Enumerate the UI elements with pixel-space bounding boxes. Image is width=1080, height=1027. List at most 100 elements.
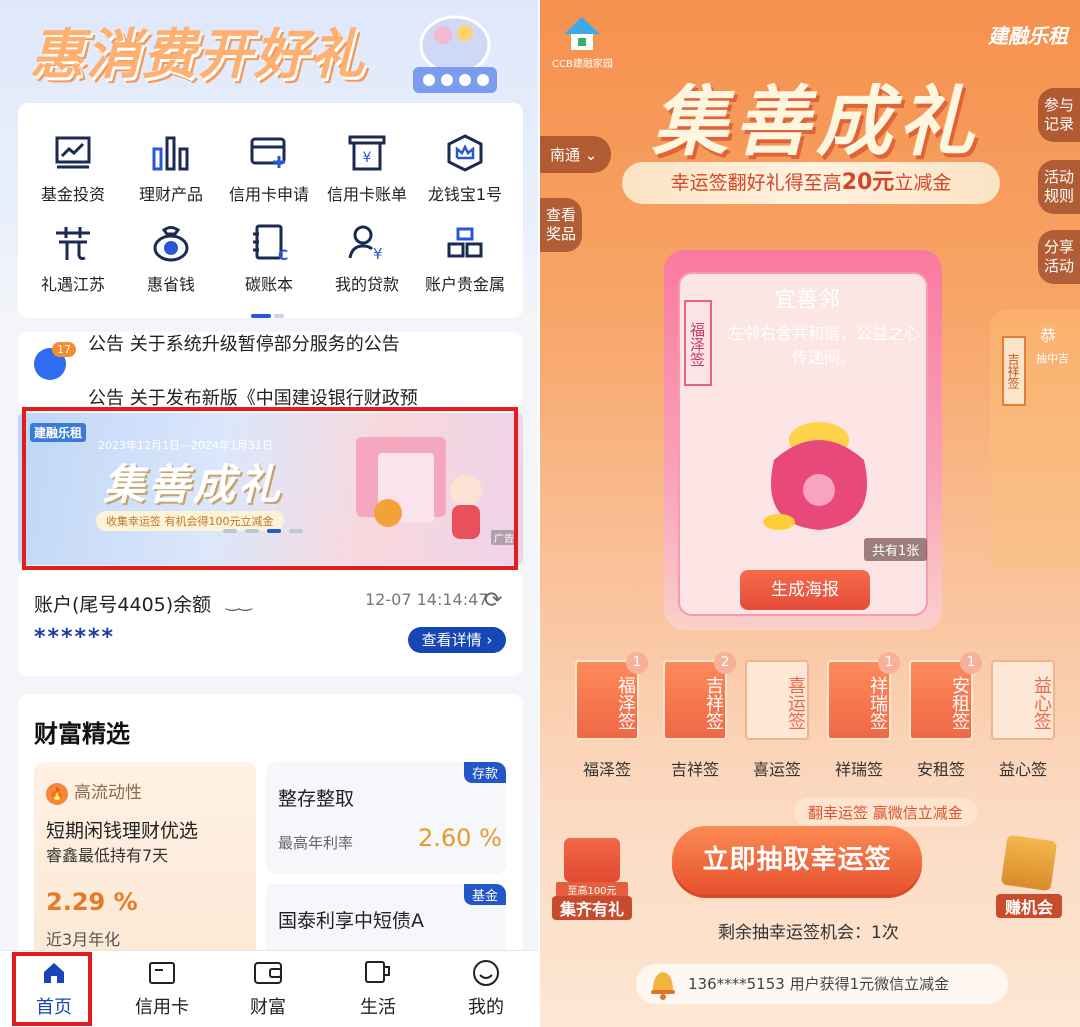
activity-rules-button[interactable]: 活动 规则 — [1037, 160, 1080, 214]
draw-lucky-sign-button[interactable]: 立即抽取幸运签 — [672, 826, 922, 894]
sign-count-badge: 1 — [960, 652, 982, 674]
sign-count-badge: 2 — [714, 652, 736, 674]
service-precious-metals[interactable]: 账户贵金属 — [415, 221, 515, 295]
service-card-apply[interactable]: 信用卡申请 — [219, 131, 319, 205]
service-label: 碳账本 — [244, 275, 293, 294]
winner-marquee: 136****5153 用户获得1元微信立减金 — [636, 964, 1008, 1004]
service-label: 信用卡账单 — [326, 185, 407, 204]
balance-timestamp: 12-07 14:14:47 — [365, 590, 489, 609]
city-selector[interactable]: 南通 ⌄ — [540, 136, 612, 173]
refresh-icon[interactable]: ⟳ — [484, 588, 502, 613]
service-card-bill[interactable]: ¥ 信用卡账单 — [317, 131, 417, 205]
quick-services-card: 基金投资 理财产品 信用卡申请 ¥ 信用卡账单 龙钱宝1号 礼遇江苏 惠省钱 C… — [18, 103, 523, 318]
view-details-button[interactable]: 查看详情 › — [408, 627, 506, 653]
service-jiangsu-gift[interactable]: 礼遇江苏 — [23, 221, 123, 295]
campaign-subtitle: 幸运签翻好礼得至高20元立减金 — [622, 162, 1000, 204]
view-prizes-button[interactable]: 查看 奖品 — [540, 198, 583, 252]
sign-tile: 益心签 — [991, 660, 1055, 740]
collect-all-top-label: 至高100元 — [556, 882, 628, 897]
service-wealth-products[interactable]: 理财产品 — [121, 131, 221, 205]
participation-record-button[interactable]: 参与 记录 — [1037, 88, 1080, 142]
product-rate-label: 近3月年化 — [46, 930, 121, 949]
card-text-partial: 抽中吉 — [1036, 352, 1069, 365]
sign-anzu[interactable]: 安租签 1 安租签 — [906, 652, 982, 780]
sign-tile: 祥瑞签 — [827, 660, 891, 740]
sign-fuze[interactable]: 福泽签 1 福泽签 — [572, 652, 648, 780]
tab-label: 信用卡 — [135, 997, 189, 1018]
wallet-icon — [228, 959, 308, 987]
service-fund-invest[interactable]: 基金投资 — [23, 131, 123, 205]
view-details-label: 查看详情 — [421, 631, 482, 649]
tab-label: 生活 — [360, 997, 396, 1018]
product-fixed-deposit[interactable]: 存款 整存整取 最高年利率 2.60 % — [266, 762, 506, 874]
sign-label: 祥瑞签 — [834, 760, 883, 779]
smiley-icon — [446, 959, 526, 987]
notice-card[interactable]: 17 公告 关于系统升级暂停部分服务的公告 公告 关于发布新版《中国建设银行财政… — [18, 332, 523, 408]
notice-line-1[interactable]: 公告 关于系统升级暂停部分服务的公告 — [88, 332, 400, 356]
service-save-money[interactable]: 惠省钱 — [121, 221, 221, 295]
share-activity-button[interactable]: 分享 活动 — [1037, 230, 1080, 284]
gift-icon — [51, 221, 95, 265]
tab-mine[interactable]: 我的 — [446, 959, 526, 1019]
sign-vertical-label: 福泽签 — [684, 300, 712, 386]
ccb-home-logo: CCB建融家园 — [552, 14, 613, 70]
tab-credit-card[interactable]: 信用卡 — [122, 959, 202, 1019]
promo-banner-title[interactable]: 惠消费开好礼 — [30, 10, 366, 89]
service-longqianbao[interactable]: 龙钱宝1号 — [415, 131, 515, 205]
sign-collection-row: 福泽签 1 福泽签 吉祥签 2 吉祥签 喜运签 喜运签 祥瑞签 1 祥瑞签 安租… — [572, 652, 1072, 780]
product-name: 国泰利享中短债A — [278, 910, 424, 932]
chevron-right-icon: › — [486, 631, 493, 649]
fund-chart-icon — [51, 131, 95, 175]
account-label: 账户(尾号4405)余额 — [34, 594, 212, 616]
lucky-sign-card[interactable]: 福泽签 宜善邻 左邻右舍共和谐，公益之心传递间。 共有1张 生成海报 — [664, 250, 942, 630]
sign-xiangrui[interactable]: 祥瑞签 1 祥瑞签 — [824, 652, 900, 780]
sign-jixiang[interactable]: 吉祥签 2 吉祥签 — [660, 652, 736, 780]
sign-yixin[interactable]: 益心签 益心签 — [988, 660, 1058, 780]
collect-all-label: 集齐有礼 — [552, 896, 632, 920]
house-icon — [564, 17, 601, 50]
card-count-badge: 共有1张 — [864, 538, 928, 561]
product-rate-label: 最高年利率 — [278, 834, 354, 852]
sign-xiyun[interactable]: 喜运签 喜运签 — [742, 660, 812, 780]
tab-life[interactable]: 生活 — [338, 959, 418, 1019]
svg-text:¥: ¥ — [363, 150, 372, 166]
service-carbon-book[interactable]: C 碳账本 — [219, 221, 319, 295]
campaign-page: CCB建融家园 建融乐租 集善成礼 幸运签翻好礼得至高20元立减金 南通 ⌄ 查… — [540, 0, 1080, 1027]
sign-tile: 吉祥签 — [663, 660, 727, 740]
lottery-machine-icon — [413, 15, 497, 93]
next-sign-card-preview[interactable]: 吉祥签 恭 抽中吉 — [990, 310, 1080, 570]
eye-hidden-icon[interactable]: ‿‿ — [226, 592, 252, 611]
bell-icon — [651, 972, 675, 1000]
generate-poster-button[interactable]: 生成海报 — [740, 570, 870, 610]
account-balance-card: 账户(尾号4405)余额 ‿‿ 12-07 14:14:47 ⟳ ****** … — [18, 570, 523, 676]
brand-name: 建融乐租 — [988, 24, 1068, 48]
crown-hexagon-icon — [443, 131, 487, 175]
product-name: 短期闲钱理财优选 — [46, 820, 199, 842]
highlight-box-home-tab — [12, 952, 92, 1026]
product-badge: 基金 — [463, 884, 506, 905]
sign-label: 安租签 — [916, 760, 965, 779]
earn-chances-button[interactable]: 赚机会 — [992, 834, 1066, 918]
collect-all-prize-button[interactable]: 至高100元 集齐有礼 — [550, 838, 634, 920]
notice-line-2[interactable]: 公告 关于发布新版《中国建设银行财政预 — [88, 384, 418, 408]
sign-count-badge: 1 — [626, 652, 648, 674]
tab-wealth[interactable]: 财富 — [228, 959, 308, 1019]
tab-label: 财富 — [250, 997, 286, 1018]
svg-text:C: C — [278, 248, 288, 262]
svg-text:¥: ¥ — [373, 245, 383, 262]
credit-card-add-icon — [247, 131, 291, 175]
carbon-book-icon: C — [247, 221, 291, 265]
section-title: 财富精选 — [34, 720, 130, 748]
sign-label: 喜运签 — [752, 760, 801, 779]
tab-label: 我的 — [468, 997, 504, 1018]
service-my-loans[interactable]: ¥ 我的贷款 — [317, 221, 417, 295]
bill-icon: ¥ — [345, 131, 389, 175]
sign-tile: 安租签 — [909, 660, 973, 740]
lucky-bag-icon — [763, 422, 867, 530]
book-coin-icon — [1000, 834, 1058, 892]
service-label: 账户贵金属 — [424, 275, 505, 294]
sign-count-badge: 1 — [878, 652, 900, 674]
promo-tag: 翻幸运签 赢微信立减金 — [794, 798, 977, 827]
service-label: 龙钱宝1号 — [427, 185, 503, 204]
sign-tile: 喜运签 — [745, 660, 809, 740]
